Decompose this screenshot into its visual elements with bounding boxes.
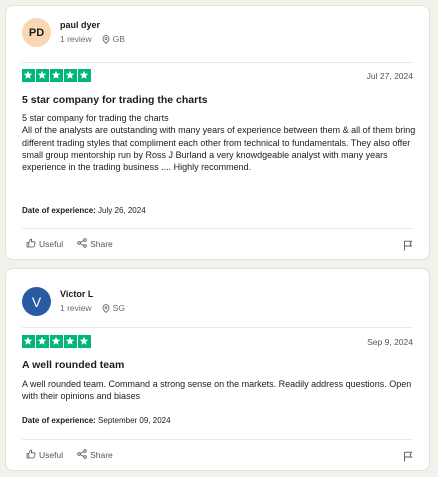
divider <box>22 439 413 440</box>
review-title[interactable]: A well rounded team <box>22 359 124 371</box>
reviewer-header[interactable]: V Victor L 1 review SG <box>22 287 125 316</box>
share-button[interactable]: Share <box>77 449 113 461</box>
star-icon <box>78 335 91 348</box>
review-date: Sep 9, 2024 <box>367 337 413 347</box>
useful-label: Useful <box>39 239 64 249</box>
experience-date: September 09, 2024 <box>98 416 171 425</box>
share-button[interactable]: Share <box>77 238 113 250</box>
useful-button[interactable]: Useful <box>26 449 63 461</box>
avatar[interactable]: V <box>22 287 51 316</box>
share-icon <box>77 238 90 250</box>
star-icon <box>78 69 91 82</box>
flag-icon[interactable] <box>403 238 413 256</box>
useful-label: Useful <box>39 450 64 460</box>
avatar[interactable]: PD <box>22 18 51 47</box>
star-icon <box>50 69 63 82</box>
star-icon <box>64 69 77 82</box>
share-icon <box>77 449 90 461</box>
star-rating <box>22 335 92 348</box>
review-count: 1 review <box>60 34 92 44</box>
thumbs-up-icon <box>26 449 39 461</box>
reviewer-name[interactable]: Victor L <box>60 288 125 300</box>
review-date: Jul 27, 2024 <box>366 71 413 81</box>
useful-button[interactable]: Useful <box>26 238 63 250</box>
share-label: Share <box>90 239 113 249</box>
reviewer-header[interactable]: PD paul dyer 1 review GB <box>22 18 125 47</box>
experience-label: Date of experience: <box>22 416 96 425</box>
review-body: 5 star company for trading the charts Al… <box>22 112 417 173</box>
review-card: V Victor L 1 review SG Sep 9, 2024 A wel… <box>5 268 430 471</box>
star-icon <box>22 335 35 348</box>
divider <box>22 62 413 63</box>
review-actions: Useful Share <box>26 449 127 461</box>
review-actions: Useful Share <box>26 238 127 250</box>
divider <box>22 327 413 328</box>
star-icon <box>22 69 35 82</box>
review-body-line: A well rounded team. Command a strong se… <box>22 379 412 402</box>
review-body-line: All of the analysts are outstanding with… <box>22 125 416 173</box>
star-rating <box>22 69 92 82</box>
share-label: Share <box>90 450 113 460</box>
country-code: GB <box>112 34 125 44</box>
star-icon <box>36 69 49 82</box>
review-card: PD paul dyer 1 review GB Jul 27, 2024 5 … <box>5 5 430 260</box>
location-pin-icon <box>102 35 110 44</box>
reviewer-name[interactable]: paul dyer <box>60 19 125 31</box>
divider <box>22 228 413 229</box>
date-of-experience: Date of experience: July 26, 2024 <box>22 206 146 215</box>
star-icon <box>36 335 49 348</box>
location-pin-icon <box>102 304 110 313</box>
experience-date: July 26, 2024 <box>98 206 146 215</box>
review-count: 1 review <box>60 303 92 313</box>
country-code: SG <box>112 303 125 313</box>
star-icon <box>50 335 63 348</box>
date-of-experience: Date of experience: September 09, 2024 <box>22 416 171 425</box>
star-icon <box>64 335 77 348</box>
review-body-line: 5 star company for trading the charts <box>22 113 169 123</box>
thumbs-up-icon <box>26 238 39 250</box>
experience-label: Date of experience: <box>22 206 96 215</box>
review-body: A well rounded team. Command a strong se… <box>22 378 417 403</box>
review-title[interactable]: 5 star company for trading the charts <box>22 94 208 106</box>
flag-icon[interactable] <box>403 449 413 467</box>
